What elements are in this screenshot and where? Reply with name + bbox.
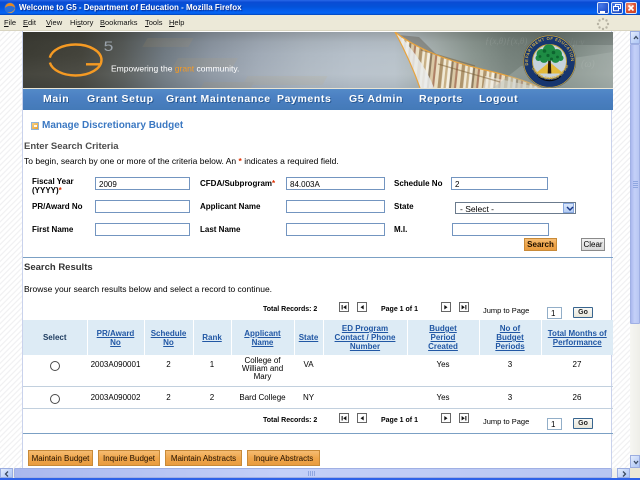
svg-text:5: 5 bbox=[104, 40, 114, 55]
svg-text:Empowering the grant community: Empowering the grant community. bbox=[111, 64, 239, 74]
svg-text:ƒ(x,θ)ƒ(x,θ): ƒ(x,θ)ƒ(x,θ) bbox=[485, 36, 527, 46]
